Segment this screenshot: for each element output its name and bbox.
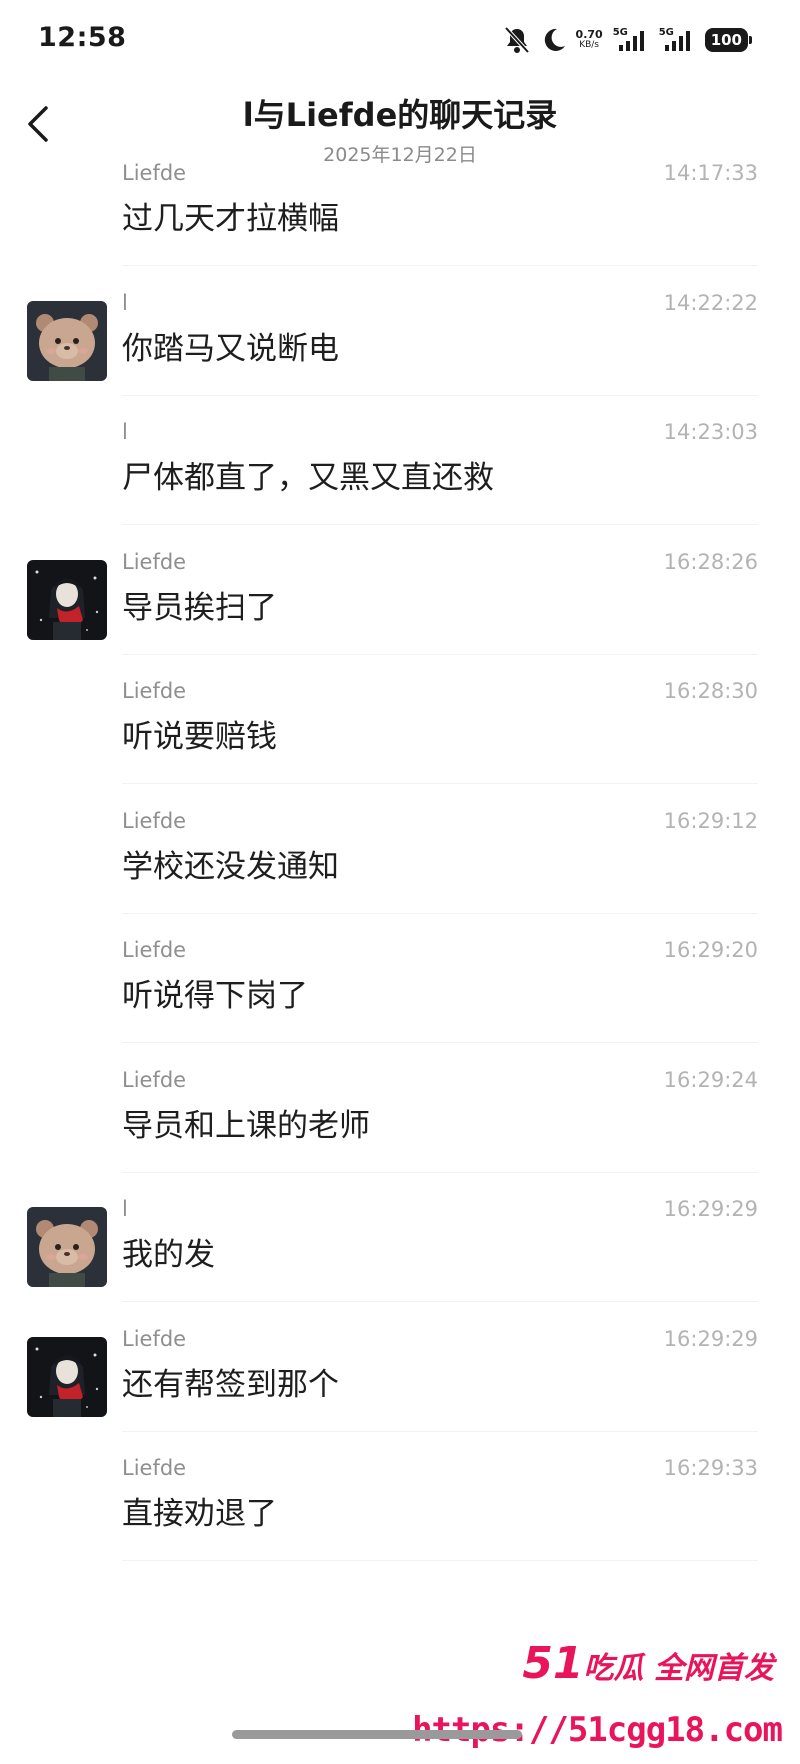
message-time: 14:17:33: [663, 161, 758, 185]
message-text: 还有帮签到那个: [122, 1366, 339, 1403]
message-time: 16:28:26: [663, 549, 758, 574]
signal-icon: [664, 31, 690, 51]
message-text: 过几天才拉横幅: [122, 201, 339, 237]
moon-icon: [544, 28, 565, 51]
message-row[interactable]: Liefde 16:29:33 直接劝退了: [0, 1456, 800, 1611]
message-sender: Liefde: [122, 161, 187, 185]
message-time: 16:28:30: [663, 679, 758, 703]
net-speed-unit: KB/s: [579, 40, 600, 50]
message-divider: [122, 524, 758, 525]
avatar[interactable]: [27, 1336, 107, 1417]
message-divider: [122, 1560, 758, 1561]
message-sender: Liefde: [122, 679, 187, 703]
status-bar: 12:58 0.70 KB/s 5G 5G 100: [0, 0, 800, 78]
watermark-brand: 51吃瓜 全网首发: [522, 1638, 774, 1689]
message-text: 你踏马又说断电: [122, 330, 339, 367]
message-sender: l: [122, 420, 128, 444]
signal-icon: [618, 31, 644, 51]
status-time: 12:58: [38, 22, 127, 53]
home-indicator[interactable]: [232, 1730, 522, 1739]
message-divider: [122, 1301, 758, 1302]
net-speed-value: 0.70: [575, 28, 603, 41]
sim1-signal: 5G: [613, 27, 649, 53]
message-text: 尸体都直了，又黑又直还救: [122, 460, 494, 496]
watermark: 51吃瓜 全网首发 https://51cgg18.com: [412, 1628, 783, 1758]
chat-header: l与Liefde的聊天记录 2025年12月22日: [0, 78, 800, 173]
network-speed: 0.70 KB/s: [576, 29, 603, 51]
message-time: 16:29:12: [663, 808, 758, 833]
message-divider: [122, 1042, 758, 1043]
message-time: 14:22:22: [663, 290, 758, 315]
message-sender: l: [122, 1197, 128, 1221]
avatar[interactable]: [27, 1207, 107, 1287]
message-time: 16:29:24: [663, 1067, 758, 1092]
watermark-brand-number: 51: [522, 1638, 584, 1689]
status-icons: 0.70 KB/s 5G 5G 100: [504, 22, 753, 58]
message-text: 直接劝退了: [122, 1496, 277, 1532]
message-divider: [122, 265, 758, 266]
page-title: l与Liefde的聊天记录: [242, 96, 558, 134]
message-time: 16:29:33: [663, 1456, 758, 1480]
message-sender: Liefde: [122, 549, 187, 574]
message-sender: Liefde: [122, 1456, 187, 1480]
message-time: 16:29:29: [663, 1197, 758, 1221]
message-text: 导员和上课的老师: [122, 1107, 370, 1144]
message-text: 听说要赔钱: [122, 719, 277, 755]
sim2-signal: 5G: [659, 27, 695, 53]
message-sender: Liefde: [122, 1067, 187, 1092]
message-sender: l: [122, 290, 128, 315]
battery-icon: 100: [704, 28, 753, 52]
message-divider: [122, 653, 758, 655]
message-sender: Liefde: [122, 808, 187, 833]
message-divider: [122, 912, 758, 914]
message-time: 16:29:20: [663, 938, 758, 962]
message-time: 16:29:29: [663, 1326, 758, 1351]
avatar[interactable]: [27, 300, 107, 381]
message-sender: Liefde: [122, 938, 187, 962]
avatar[interactable]: [27, 559, 107, 640]
bell-off-icon: [504, 26, 530, 54]
message-text: 导员挨扫了: [122, 589, 277, 626]
message-text: 我的发: [122, 1237, 215, 1273]
message-text: 听说得下岗了: [122, 978, 308, 1014]
message-text: 学校还没发通知: [122, 848, 339, 885]
message-divider: [122, 1171, 758, 1173]
message-time: 14:23:03: [663, 420, 758, 444]
message-divider: [122, 394, 758, 396]
watermark-brand-text: 吃瓜 全网首发: [583, 1651, 774, 1686]
message-sender: Liefde: [122, 1326, 187, 1351]
message-divider: [122, 1430, 758, 1432]
message-divider: [122, 783, 758, 784]
